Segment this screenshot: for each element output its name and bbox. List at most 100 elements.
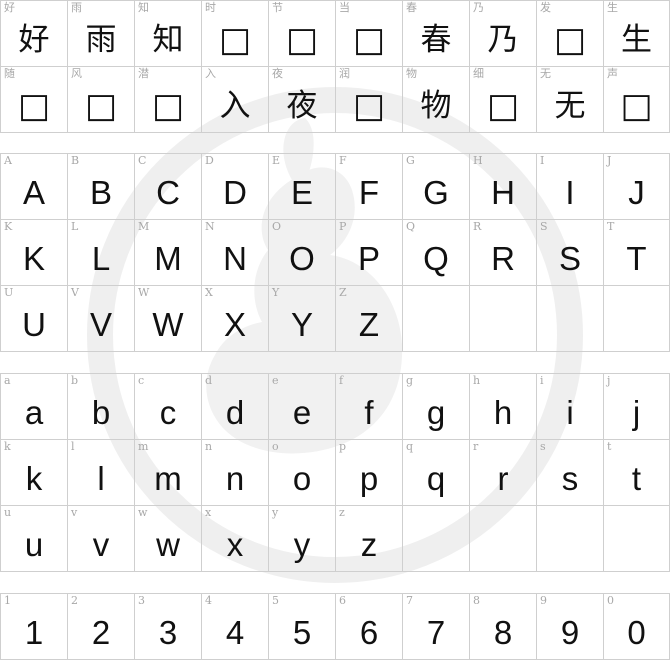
glyph-cell: 知知: [135, 1, 202, 66]
cell-label: 发: [540, 1, 551, 14]
cell-glyph: 3: [158, 614, 178, 651]
glyph-cell: 节 □: [269, 1, 336, 66]
glyph-cell: PP: [336, 220, 403, 285]
cell-glyph: 8: [493, 614, 513, 651]
cell-label: K: [4, 220, 13, 233]
cell-glyph: z: [360, 526, 378, 563]
cell-label: w: [138, 506, 148, 519]
cell-label: u: [4, 506, 12, 519]
cell-label: 当: [339, 1, 350, 14]
cell-label: Z: [339, 286, 347, 299]
grid-row: aa bb cc dd ee ff gg hh ii jj: [1, 374, 670, 440]
cell-glyph: A: [22, 174, 45, 211]
cell-glyph: a: [24, 394, 44, 431]
glyph-cell: 雨雨: [68, 1, 135, 66]
cell-glyph: w: [156, 526, 180, 563]
glyph-cell: 33: [135, 594, 202, 659]
cell-label: F: [339, 154, 347, 167]
cell-label: s: [540, 440, 546, 453]
glyph-cell: kk: [1, 440, 68, 505]
missing-glyph-box: □: [218, 20, 252, 60]
glyph-cell: 春春: [403, 1, 470, 66]
glyph-cell: SS: [537, 220, 604, 285]
cell-label: 细: [473, 67, 484, 80]
glyph-cell: ff: [336, 374, 403, 439]
cell-label: 6: [339, 594, 346, 607]
glyph-cell: YY: [269, 286, 336, 351]
glyph-cell: nn: [202, 440, 269, 505]
missing-glyph-box: □: [352, 86, 386, 126]
cell-glyph: D: [223, 174, 247, 211]
glyph-cell: aa: [1, 374, 68, 439]
glyph-cell: 潜 □: [135, 67, 202, 132]
glyph-cell: 乃乃: [470, 1, 537, 66]
missing-glyph-box: □: [151, 86, 185, 126]
glyph-cell: VV: [68, 286, 135, 351]
cell-glyph: K: [22, 240, 45, 277]
cell-label: x: [205, 506, 212, 519]
cell-glyph: h: [493, 394, 513, 431]
glyph-cell: 77: [403, 594, 470, 659]
cell-glyph: 雨: [85, 22, 117, 58]
cell-label: J: [607, 154, 612, 167]
grid-row: 好好 雨雨 知知 时 □ 节 □ 当 □ 春春 乃乃 发 □ 生生: [1, 1, 670, 67]
missing-glyph-box: □: [486, 86, 520, 126]
cell-glyph: o: [292, 460, 312, 497]
cell-glyph: 2: [91, 614, 111, 651]
glyph-cell: vv: [68, 506, 135, 571]
cell-label: m: [138, 440, 149, 453]
grid-row: KK LL MM NN OO PP QQ RR SS TT: [1, 220, 670, 286]
cell-label: R: [473, 220, 482, 233]
cell-label: k: [4, 440, 11, 453]
cell-glyph: 0: [627, 614, 646, 651]
uppercase-grid: AA BB CC DD EE FF GG HH II JJ KK LL MM N…: [0, 153, 670, 352]
cell-label: 9: [540, 594, 547, 607]
empty-cell: [537, 506, 604, 571]
glyph-cell: ee: [269, 374, 336, 439]
grid-row: kk ll mm nn oo pp qq rr ss tt: [1, 440, 670, 506]
cell-glyph: r: [497, 460, 509, 497]
cell-glyph: 好: [18, 22, 50, 58]
glyph-cell: HH: [470, 154, 537, 219]
cell-label: 生: [607, 1, 618, 14]
cell-label: 潜: [138, 67, 149, 80]
cell-label: z: [339, 506, 345, 519]
empty-cell: [537, 286, 604, 351]
glyph-cell: MM: [135, 220, 202, 285]
glyph-cell: 夜夜: [269, 67, 336, 132]
cell-glyph: F: [358, 174, 380, 211]
glyph-cell: UU: [1, 286, 68, 351]
cell-label: B: [71, 154, 80, 167]
grid-row: AA BB CC DD EE FF GG HH II JJ: [1, 154, 670, 220]
glyph-cell: qq: [403, 440, 470, 505]
cell-glyph: 5: [292, 614, 312, 651]
cell-label: 4: [205, 594, 212, 607]
glyph-cell: ii: [537, 374, 604, 439]
cell-glyph: f: [364, 394, 374, 431]
glyph-cell: ZZ: [336, 286, 403, 351]
cell-glyph: O: [289, 240, 315, 277]
glyph-cell: 物物: [403, 67, 470, 132]
cell-label: V: [71, 286, 79, 299]
cell-label: 无: [540, 67, 551, 80]
cell-label: 雨: [71, 1, 82, 14]
cell-label: y: [272, 506, 279, 519]
glyph-cell: 99: [537, 594, 604, 659]
cell-glyph: R: [491, 240, 515, 277]
glyph-cell: oo: [269, 440, 336, 505]
cell-glyph: t: [631, 460, 642, 497]
cell-label: M: [138, 220, 150, 233]
cell-glyph: x: [226, 526, 244, 563]
glyph-cell: EE: [269, 154, 336, 219]
glyph-cell: KK: [1, 220, 68, 285]
cell-glyph: j: [632, 394, 641, 431]
cell-label: 1: [4, 594, 11, 607]
grid-row: 11 22 33 44 55 66 77 88 99 00: [1, 594, 670, 660]
cell-label: 夜: [272, 67, 283, 80]
empty-cell: [403, 506, 470, 571]
cell-glyph: 春: [420, 22, 452, 58]
cell-label: 2: [71, 594, 78, 607]
empty-cell: [604, 506, 670, 571]
cell-glyph: e: [292, 394, 312, 431]
cell-label: c: [138, 374, 145, 387]
